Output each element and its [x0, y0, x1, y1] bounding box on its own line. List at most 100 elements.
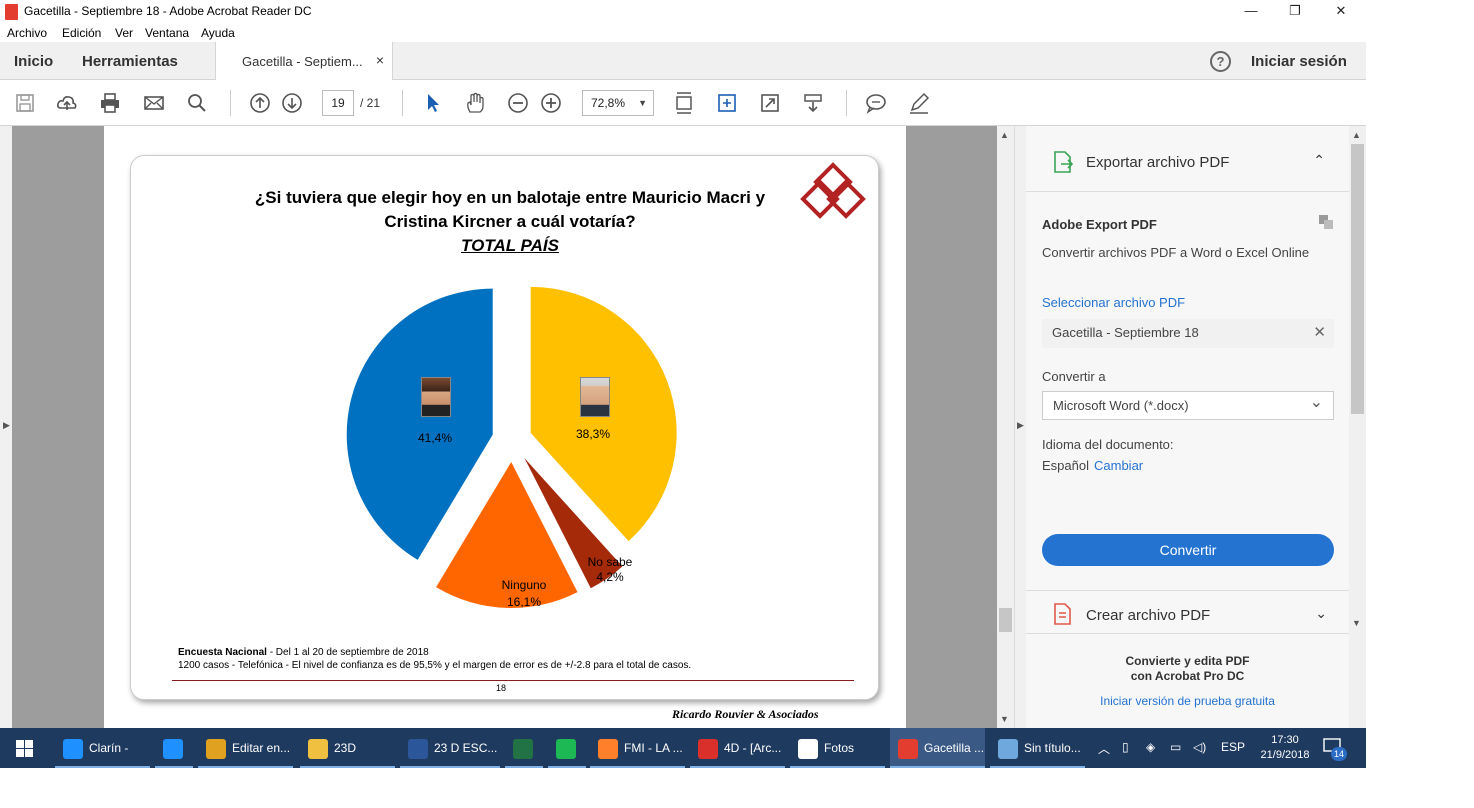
security-icon[interactable]: ◈: [1146, 740, 1155, 754]
close-tab-icon[interactable]: ×: [376, 52, 384, 68]
minimize-button[interactable]: —: [1228, 0, 1274, 24]
taskbar-app-9[interactable]: Fotos: [790, 728, 885, 768]
menu-ver[interactable]: Ver: [115, 26, 133, 40]
scroll-down-icon[interactable]: ▼: [1000, 714, 1009, 724]
expand-icon[interactable]: [759, 92, 781, 114]
taskbar-app-label: Sin título...: [1024, 741, 1081, 755]
signin-button[interactable]: Iniciar sesión: [1251, 53, 1347, 70]
right-panel-toggle[interactable]: ▶: [1014, 126, 1026, 728]
close-window-button[interactable]: ✕: [1318, 0, 1364, 24]
next-page-icon[interactable]: [281, 92, 303, 114]
scroll-up-icon[interactable]: ▲: [1352, 130, 1361, 140]
menu-edicion[interactable]: Edición: [62, 26, 101, 40]
select-file-link[interactable]: Seleccionar archivo PDF: [1042, 295, 1185, 310]
upload-cloud-icon[interactable]: [56, 92, 78, 114]
network-icon[interactable]: ▭: [1170, 740, 1181, 754]
scroll-down-icon[interactable]: ▼: [1352, 618, 1361, 628]
hand-tool-icon[interactable]: [464, 92, 486, 114]
full-screen-icon[interactable]: [716, 92, 738, 114]
print-icon[interactable]: [99, 92, 121, 114]
zoom-in-icon[interactable]: [540, 92, 562, 114]
change-language-link[interactable]: Cambiar: [1094, 458, 1143, 473]
chart-title: ¿Si tuviera que elegir hoy en un balotaj…: [254, 188, 766, 231]
system-clock[interactable]: 17:30 21/9/2018: [1260, 733, 1310, 763]
taskbar-app-icon: [63, 738, 83, 759]
acrobat-app-icon: [5, 4, 18, 20]
search-icon[interactable]: [186, 92, 208, 114]
taskbar-app-icon: [408, 738, 428, 759]
zoom-out-icon[interactable]: [507, 92, 529, 114]
menu-archivo[interactable]: Archivo: [7, 26, 47, 40]
tray-overflow-icon[interactable]: ︿: [1098, 740, 1110, 757]
left-panel-toggle[interactable]: ▶: [0, 126, 12, 728]
select-arrow-icon[interactable]: [422, 92, 444, 114]
highlight-pen-icon[interactable]: [908, 92, 930, 114]
taskbar-app-label: 23 D ESC...: [434, 741, 498, 755]
page-total: / 21: [360, 96, 381, 110]
language-indicator[interactable]: ESP: [1221, 740, 1245, 754]
chart-subtitle: TOTAL PAÍS: [461, 236, 559, 255]
save-icon[interactable]: [14, 92, 36, 114]
free-trial-link[interactable]: Iniciar versión de prueba gratuita: [1026, 694, 1349, 708]
windows-start-icon[interactable]: [16, 740, 33, 757]
page-number-input[interactable]: 19: [322, 90, 354, 116]
scroll-mode-icon[interactable]: [802, 92, 824, 114]
previous-page-icon[interactable]: [249, 92, 271, 114]
taskbar-app-icon: [513, 738, 533, 759]
scroll-up-icon[interactable]: ▲: [1000, 130, 1009, 140]
tab-document[interactable]: Gacetilla - Septiem... ×: [215, 42, 393, 80]
taskbar-app-4[interactable]: 23 D ESC...: [400, 728, 500, 768]
email-icon[interactable]: [143, 92, 165, 114]
convert-button[interactable]: Convertir: [1042, 534, 1334, 566]
help-icon[interactable]: ?: [1210, 51, 1231, 72]
panel-scroll-thumb[interactable]: [1351, 144, 1364, 414]
taskbar-app-icon: [798, 738, 818, 759]
usb-icon[interactable]: ▯: [1122, 740, 1129, 754]
taskbar-app-7[interactable]: FMI - LA ...: [590, 728, 685, 768]
taskbar-app-icon: [308, 738, 328, 759]
service-name: Adobe Export PDF: [1042, 217, 1157, 232]
notifications-button[interactable]: 14: [1323, 738, 1347, 761]
panel-scrollbar[interactable]: ▲ ▼: [1349, 126, 1366, 728]
clock-time: 17:30: [1271, 734, 1299, 746]
taskbar-app-3[interactable]: 23D: [300, 728, 395, 768]
taskbar-app-10[interactable]: Gacetilla ...: [890, 728, 985, 768]
taskbar-app-11[interactable]: Sin título...: [990, 728, 1085, 768]
restore-button[interactable]: ❐: [1272, 0, 1318, 24]
taskbar-app-1[interactable]: [155, 728, 193, 768]
tab-herramientas[interactable]: Herramientas: [82, 53, 178, 70]
window-title: Gacetilla - Septiembre 18 - Adobe Acroba…: [24, 4, 312, 18]
chevron-down-icon: ⌄: [1309, 394, 1323, 411]
chevron-up-icon[interactable]: ⌃: [1313, 152, 1325, 169]
fit-page-icon[interactable]: [673, 92, 695, 114]
zoom-select[interactable]: 72,8% ▼: [582, 90, 654, 116]
menu-ayuda[interactable]: Ayuda: [201, 26, 235, 40]
service-info-icon[interactable]: [1318, 214, 1334, 230]
menu-bar: Archivo Edición Ver Ventana Ayuda: [0, 24, 1366, 42]
create-pdf-header[interactable]: Crear archivo PDF ⌄: [1026, 590, 1349, 634]
toolbar-separator: [402, 90, 403, 116]
taskbar-app-8[interactable]: 4D - [Arc...: [690, 728, 785, 768]
taskbar-app-2[interactable]: Editar en...: [198, 728, 293, 768]
taskbar-app-6[interactable]: [548, 728, 586, 768]
taskbar-app-5[interactable]: [505, 728, 543, 768]
volume-icon[interactable]: ◁): [1193, 740, 1206, 754]
convert-format-select[interactable]: Microsoft Word (*.docx) ⌄: [1042, 391, 1334, 420]
scroll-thumb[interactable]: [999, 608, 1012, 632]
create-pdf-icon: [1054, 603, 1071, 625]
menu-ventana[interactable]: Ventana: [145, 26, 189, 40]
tab-inicio[interactable]: Inicio: [14, 53, 53, 70]
clear-icon[interactable]: ✕: [1313, 319, 1326, 346]
promo-line-2: con Acrobat Pro DC: [1130, 669, 1245, 683]
document-scrollbar[interactable]: ▲ ▼: [997, 126, 1014, 728]
comment-icon[interactable]: [865, 92, 887, 114]
survey-method-note: 1200 casos - Telefónica - El nivel de co…: [178, 660, 692, 671]
chevron-down-icon[interactable]: ⌄: [1315, 605, 1327, 622]
taskbar-app-label: Gacetilla ...: [924, 741, 985, 755]
document-tab-label: Gacetilla - Septiem...: [242, 54, 363, 69]
service-description: Convertir archivos PDF a Word o Excel On…: [1042, 245, 1310, 260]
export-pdf-header[interactable]: Exportar archivo PDF ⌃: [1026, 126, 1349, 192]
selected-file-field[interactable]: Gacetilla - Septiembre 18 ✕: [1042, 319, 1334, 348]
export-pdf-icon: [1054, 151, 1074, 173]
taskbar-app-0[interactable]: Clarín - Ú...: [55, 728, 150, 795]
